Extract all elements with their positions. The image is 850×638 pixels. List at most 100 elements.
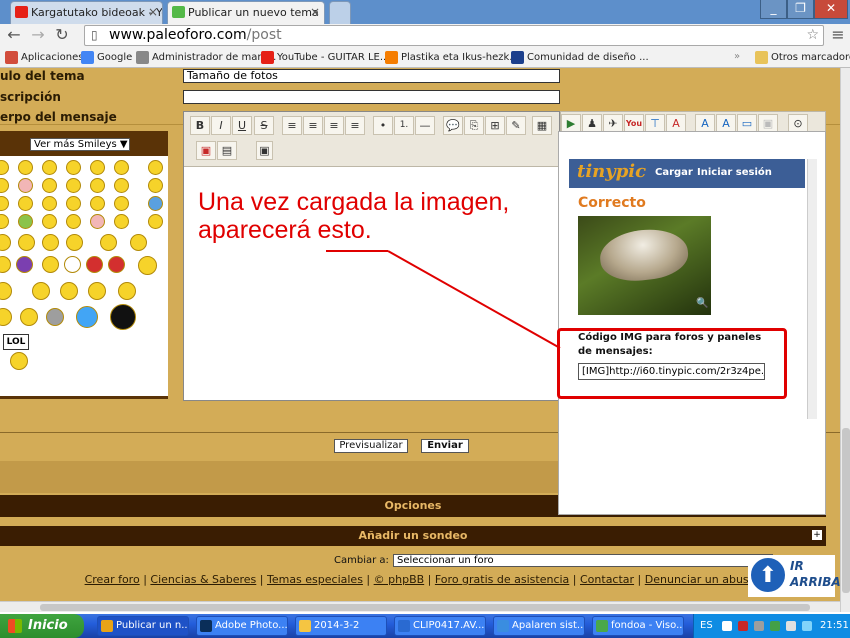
close-tab-icon[interactable]: × <box>310 2 320 23</box>
poll-section-header[interactable]: Añadir un sondeo <box>0 526 826 546</box>
smiley-icon[interactable] <box>0 234 11 251</box>
smiley-icon[interactable] <box>18 234 35 251</box>
smiley-icon[interactable] <box>42 196 57 211</box>
strikethrough-button[interactable]: S <box>254 116 274 135</box>
smiley-icon[interactable] <box>46 308 64 326</box>
bullet-list-button[interactable]: • <box>373 116 393 135</box>
smiley-icon[interactable] <box>0 282 12 300</box>
bookmark-star-icon[interactable]: ☆ <box>806 26 819 45</box>
smiley-icon[interactable] <box>90 214 105 229</box>
smiley-icon[interactable] <box>114 196 129 211</box>
taskbar-item-clip[interactable]: CLIP0417.AV... <box>394 616 486 636</box>
smiley-icon[interactable] <box>138 256 157 275</box>
tray-icon[interactable] <box>722 621 732 631</box>
maximize-button[interactable]: ❐ <box>787 0 814 19</box>
smiley-icon[interactable] <box>100 234 117 251</box>
smiley-icon[interactable] <box>88 282 106 300</box>
quote-button[interactable]: 💬 <box>443 116 463 135</box>
code-button[interactable]: ⎘ <box>464 116 484 135</box>
tinypic-upload-link[interactable]: Cargar <box>655 167 693 178</box>
underline-button[interactable]: U <box>232 116 252 135</box>
smiley-icon[interactable] <box>32 282 50 300</box>
forward-arrow-icon[interactable]: → <box>28 25 48 45</box>
taskbar-item-folder[interactable]: 2014-3-2 <box>295 616 387 636</box>
back-to-top-button[interactable]: ⬆ IR ARRIBA <box>748 555 841 597</box>
more-smileys-dropdown[interactable]: Ver más Smileys ▼ <box>30 138 130 151</box>
new-tab-button[interactable] <box>329 1 351 24</box>
justify-button[interactable]: ≡ <box>345 116 365 135</box>
smiley-icon[interactable] <box>76 306 98 328</box>
taskbar-item-photoshop[interactable]: Adobe Photo... <box>196 616 288 636</box>
smiley-icon[interactable] <box>42 256 59 273</box>
smiley-icon[interactable] <box>18 160 33 175</box>
smiley-icon[interactable] <box>66 234 83 251</box>
tray-icon[interactable] <box>738 621 748 631</box>
numbered-list-button[interactable]: 1. <box>394 116 414 135</box>
footer-link-temas[interactable]: Temas especiales <box>267 573 363 586</box>
popup-scrollbar[interactable] <box>807 159 817 419</box>
smiley-icon[interactable] <box>16 256 33 273</box>
reload-icon[interactable]: ↻ <box>52 25 72 45</box>
smiley-icon[interactable] <box>42 160 57 175</box>
language-indicator[interactable]: ES <box>700 614 713 638</box>
tab-youtube[interactable]: Kargatutako bideoak - YouTu × <box>10 1 163 24</box>
footer-link-asistencia[interactable]: Foro gratis de asistencia <box>435 573 569 586</box>
smiley-icon[interactable] <box>66 196 81 211</box>
bookmark-apps[interactable]: Aplicaciones <box>4 50 83 66</box>
smiley-icon[interactable] <box>110 304 136 330</box>
smiley-icon[interactable] <box>90 160 105 175</box>
smiley-icon[interactable] <box>42 214 57 229</box>
smiley-icon[interactable] <box>86 256 103 273</box>
smiley-icon[interactable] <box>10 352 28 370</box>
smiley-icon[interactable] <box>18 214 33 229</box>
horizontal-rule-button[interactable]: — <box>415 116 435 135</box>
network-icon[interactable] <box>802 621 812 631</box>
taskbar-item-apalaren[interactable]: Apalaren sist... <box>493 616 585 636</box>
send-button[interactable]: Enviar <box>421 439 469 453</box>
vertical-scrollbar[interactable] <box>840 68 850 612</box>
smiley-icon[interactable] <box>18 178 33 193</box>
taskbar-item-chrome[interactable]: Publicar un n... <box>97 616 189 636</box>
back-arrow-icon[interactable]: ← <box>4 25 24 45</box>
smiley-icon[interactable] <box>108 256 125 273</box>
align-left-button[interactable]: ≡ <box>282 116 302 135</box>
smiley-icon[interactable] <box>0 196 9 211</box>
footer-link-contactar[interactable]: Contactar <box>580 573 634 586</box>
bold-button[interactable]: B <box>190 116 210 135</box>
smiley-icon[interactable] <box>130 234 147 251</box>
smiley-icon[interactable] <box>66 214 81 229</box>
overflow-chevron-icon[interactable]: » <box>734 51 740 62</box>
smiley-icon[interactable] <box>118 282 136 300</box>
smiley-icon[interactable] <box>20 308 38 326</box>
source-button[interactable]: ▣ <box>256 141 273 160</box>
scroll-thumb[interactable] <box>842 428 850 593</box>
edit-button[interactable]: ✎ <box>506 116 526 135</box>
uploaded-photo-thumbnail[interactable] <box>578 216 711 315</box>
address-bar[interactable]: ▯ www.paleoforo.com/post ☆ <box>84 25 824 46</box>
smiley-icon[interactable] <box>148 214 163 229</box>
tinypic-login-link[interactable]: Iniciar sesión <box>697 167 772 178</box>
tray-icon[interactable] <box>770 621 780 631</box>
italic-button[interactable]: I <box>211 116 231 135</box>
start-button[interactable]: Inicio <box>0 614 84 638</box>
smiley-icon[interactable] <box>66 160 81 175</box>
horizontal-scrollbar[interactable] <box>0 601 840 612</box>
close-window-button[interactable]: ✕ <box>814 0 848 19</box>
smiley-icon[interactable] <box>114 214 129 229</box>
taskbar-item-fondoa[interactable]: fondoa - Viso... <box>592 616 684 636</box>
topic-title-input[interactable]: Tamaño de fotos <box>183 69 560 83</box>
volume-icon[interactable] <box>786 621 796 631</box>
align-right-button[interactable]: ≡ <box>324 116 344 135</box>
smiley-icon[interactable] <box>148 196 163 211</box>
insert-button[interactable]: ▦ <box>532 116 552 135</box>
smiley-icon[interactable] <box>0 308 12 326</box>
smiley-icon[interactable] <box>42 234 59 251</box>
description-input[interactable] <box>183 90 560 104</box>
bookmark-plastika[interactable]: Plastika eta Ikus-hezk... <box>384 50 519 66</box>
tray-icon[interactable] <box>754 621 764 631</box>
preview-button[interactable]: Previsualizar <box>334 439 408 453</box>
align-center-button[interactable]: ≡ <box>303 116 323 135</box>
scroll-thumb[interactable] <box>40 604 810 611</box>
table-button[interactable]: ⊞ <box>485 116 505 135</box>
smiley-icon[interactable] <box>42 178 57 193</box>
